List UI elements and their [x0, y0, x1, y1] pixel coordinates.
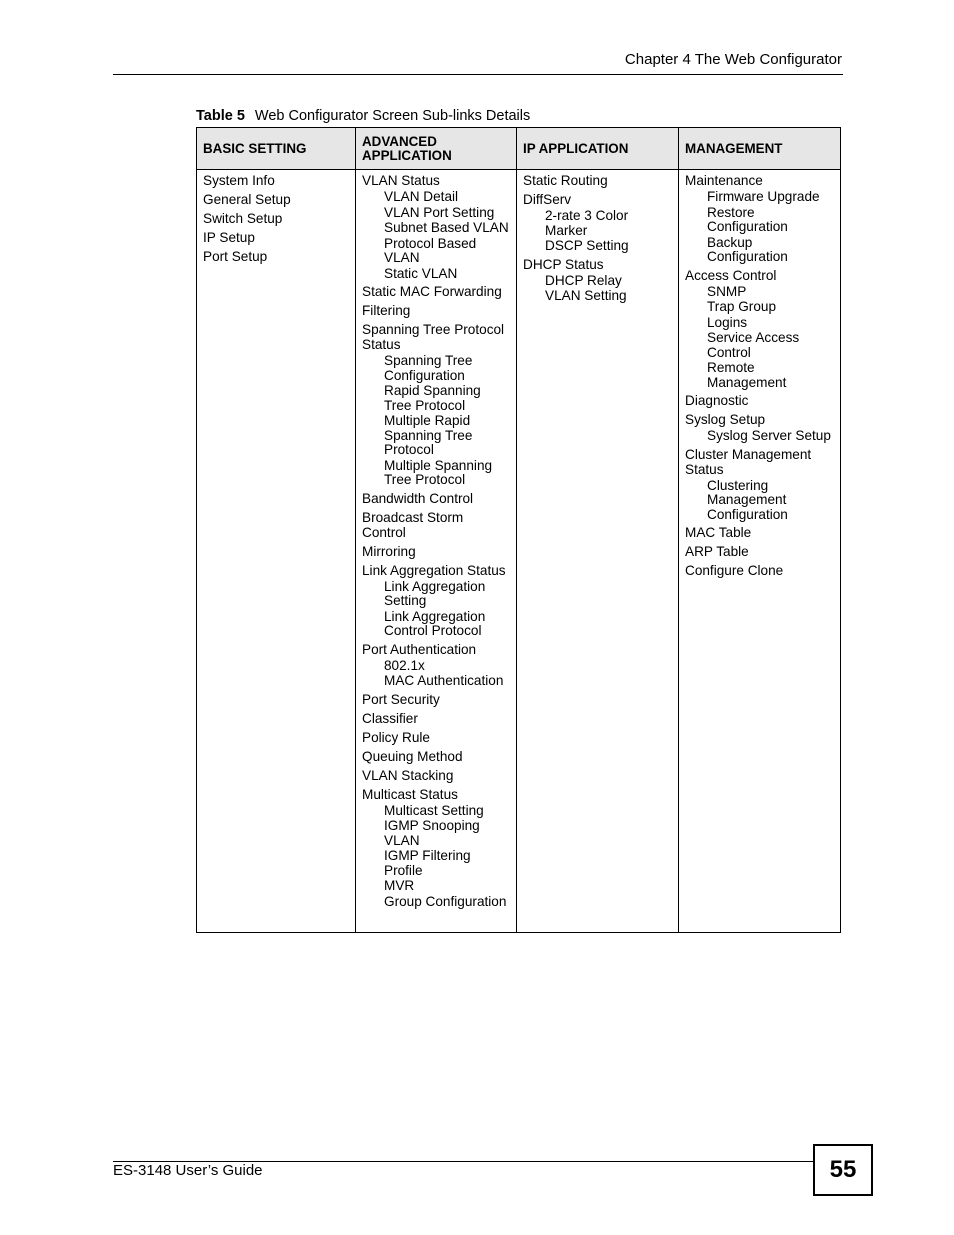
menu-sublink-item: 802.1x — [384, 657, 425, 673]
menu-sublink-item: MAC Authentication — [384, 673, 504, 688]
menu-link-item: System Info — [203, 173, 275, 188]
table-header-row: BASIC SETTING ADVANCED APPLICATION IP AP… — [196, 127, 841, 170]
menu-sublink-item: Clustering Management Configuration — [707, 477, 788, 522]
menu-sublink-item: 2-rate 3 Color Marker — [545, 208, 629, 238]
column-header: BASIC SETTING — [196, 127, 356, 170]
column-cell: Maintenance Firmware Upgrade Restore Confi… — [678, 169, 841, 933]
menu-sublink-item: Restore Configuration — [707, 204, 788, 234]
menu-link-item: Classifier — [362, 710, 418, 726]
menu-link-item: Port Security — [362, 691, 440, 707]
menu-link-item: Diagnostic — [685, 393, 749, 408]
menu-sublink-item: Trap Group — [707, 299, 777, 314]
header-divider — [113, 74, 843, 75]
menu-link-item: MAC Table — [685, 525, 752, 540]
menu-sublink-item: IGMP Snooping VLAN — [384, 818, 480, 848]
menu-link-item: Spanning Tree Protocol Status — [362, 322, 505, 352]
menu-link-item: IP Setup — [203, 230, 255, 245]
menu-link-item: Configure Clone — [685, 563, 784, 578]
menu-link-item: Bandwidth Control — [362, 490, 474, 506]
table-caption-text: Web Configurator Screen Sub-links Detail… — [254, 108, 531, 124]
table-caption: Table 5 Web Configurator Screen Sub-links… — [196, 108, 530, 124]
column-header: IP APPLICATION — [516, 127, 679, 170]
menu-sublink-item: Link Aggregation Setting — [384, 578, 486, 608]
menu-link-item: Static MAC Forwarding — [362, 284, 502, 299]
menu-link-item: Queuing Method — [362, 748, 463, 764]
menu-link-item: Switch Setup — [203, 211, 283, 226]
menu-link-item: Syslog Setup — [685, 412, 766, 427]
menu-link-item: Cluster Management Status — [685, 446, 812, 477]
menu-link-item: Access Control — [685, 267, 777, 283]
menu-sublink-item: Rapid Spanning Tree Protocol — [384, 383, 481, 413]
menu-link-item: Multicast Status — [362, 786, 458, 802]
menu-sublink-item: Multicast Setting — [384, 802, 484, 818]
menu-sublink-item: VLAN Setting — [545, 288, 627, 303]
menu-sublink-item: Multiple Spanning Tree Protocol — [384, 457, 493, 487]
menu-link-item: Mirroring — [362, 543, 416, 559]
menu-sublink-item: DHCP Relay — [545, 272, 622, 288]
column-header: MANAGEMENT — [678, 127, 841, 170]
menu-sublink-item: Logins — [707, 314, 748, 330]
menu-sublink-item: Group Configuration — [384, 893, 507, 909]
menu-sublink-item: SNMP — [707, 283, 747, 299]
menu-link-item: ARP Table — [685, 544, 749, 559]
menu-sublink-item: Spanning Tree Configuration — [384, 353, 473, 383]
menu-sublink-item: Multiple Rapid Spanning Tree Protocol — [384, 413, 473, 457]
menu-sublink-item: Firmware Upgrade — [707, 189, 820, 204]
menu-link-item: Filtering — [362, 303, 411, 318]
menu-link-item: Policy Rule — [362, 729, 430, 745]
menu-sublink-item: DSCP Setting — [545, 238, 629, 253]
menu-sublink-item: Static VLAN — [384, 265, 458, 281]
sub-links-table: BASIC SETTING ADVANCED APPLICATION IP AP… — [196, 127, 841, 933]
menu-sublink-item: Remote Management — [707, 360, 787, 390]
column-cell: System Info General Setup Switch Setup IP S… — [196, 169, 356, 933]
menu-link-item: Port Setup — [203, 249, 268, 264]
menu-sublink-item: VLAN Port Setting — [384, 204, 495, 220]
menu-link-item: Port Authentication — [362, 641, 477, 657]
menu-sublink-item: IGMP Filtering Profile — [384, 848, 471, 878]
menu-link-item: VLAN Stacking — [362, 767, 454, 783]
menu-link-item: Link Aggregation Status — [362, 562, 506, 578]
guide-title: ES-3148 User’s Guide — [113, 1162, 263, 1179]
menu-link-item: Static Routing — [523, 173, 608, 188]
column-header: ADVANCED APPLICATION — [355, 127, 517, 170]
table-row: System Info General Setup Switch Setup IP S… — [196, 169, 841, 933]
menu-sublink-item: MVR — [384, 878, 415, 893]
menu-link-item: Maintenance — [685, 173, 763, 188]
chapter-title: Chapter 4 The Web Configurator — [624, 51, 842, 68]
menu-sublink-item: Link Aggregation Control Protocol — [384, 608, 486, 638]
table-caption-label: Table 5 — [196, 108, 245, 124]
menu-link-item: DHCP Status — [523, 256, 604, 272]
menu-link-item: VLAN Status — [362, 173, 440, 188]
column-cell: VLAN Status VLAN Detail VLAN Port Setting S… — [355, 169, 517, 933]
menu-sublink-item: Protocol Based VLAN — [384, 235, 477, 265]
menu-sublink-item: Subnet Based VLAN — [384, 220, 509, 235]
menu-sublink-item: Syslog Server Setup — [707, 428, 831, 443]
menu-sublink-item: Backup Configuration — [707, 234, 788, 264]
menu-link-item: DiffServ — [523, 192, 572, 207]
page-number: 55 — [813, 1144, 873, 1196]
menu-link-item: Broadcast Storm Control — [362, 509, 464, 540]
menu-sublink-item: VLAN Detail — [384, 189, 459, 204]
menu-link-item: General Setup — [203, 192, 291, 207]
column-cell: Static Routing DiffServ 2-rate 3 Color Mar… — [516, 169, 679, 933]
menu-sublink-item: Service Access Control — [707, 330, 800, 360]
